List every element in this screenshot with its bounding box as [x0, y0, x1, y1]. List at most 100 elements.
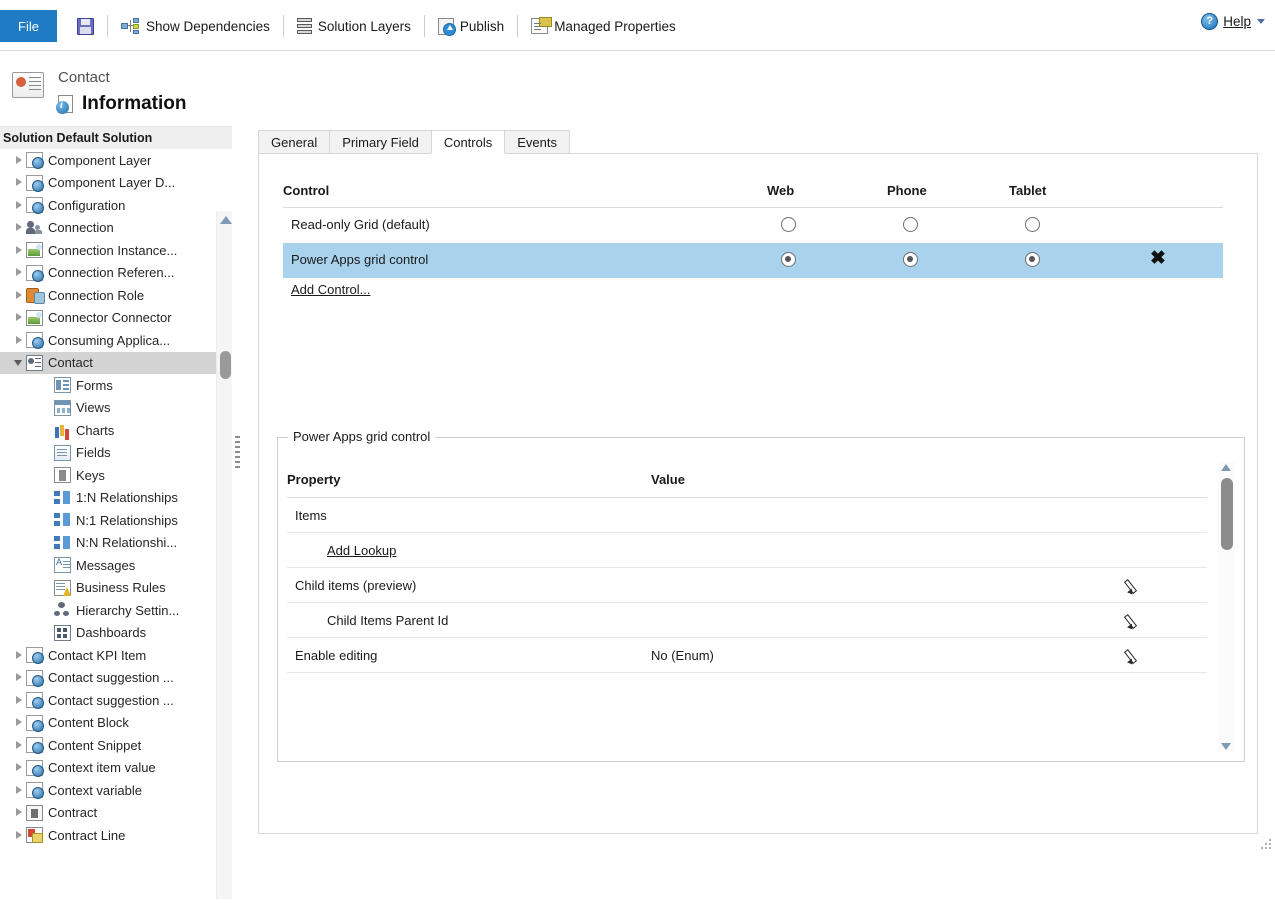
managed-properties-button[interactable]: Managed Properties — [524, 11, 683, 41]
contract-icon — [26, 804, 43, 821]
show-dependencies-label: Show Dependencies — [146, 18, 270, 34]
tree-item-business-rules[interactable]: Business Rules — [0, 577, 216, 600]
twisty-expanded-icon[interactable] — [14, 358, 23, 367]
tree-item-connection[interactable]: Connection — [0, 217, 216, 240]
tree-item-contact-kpi-item[interactable]: Contact KPI Item — [0, 644, 216, 667]
tree-item-label: Configuration — [48, 197, 126, 213]
tree-item-component-layer[interactable]: Component Layer — [0, 149, 216, 172]
tree-item-content-block[interactable]: Content Block — [0, 712, 216, 735]
property-row: Child items (preview) — [287, 568, 1207, 603]
radio-web[interactable] — [781, 217, 796, 232]
tree-item-label: Contact suggestion ... — [48, 670, 174, 686]
tab-primary-field[interactable]: Primary Field — [329, 130, 432, 154]
twisty-collapsed-icon[interactable] — [14, 245, 23, 255]
radio-tablet[interactable] — [1025, 217, 1040, 232]
column-header-phone: Phone — [887, 183, 927, 198]
radio-tablet[interactable] — [1025, 252, 1040, 267]
gear-icon — [26, 174, 44, 192]
twisty-collapsed-icon[interactable] — [14, 268, 23, 277]
twisty-collapsed-icon[interactable] — [14, 178, 23, 187]
rel-icon — [54, 490, 71, 506]
twisty-collapsed-icon[interactable] — [14, 718, 23, 727]
rel-icon — [54, 535, 71, 551]
scroll-down-arrow-icon[interactable] — [1221, 743, 1231, 750]
control-row[interactable]: Power Apps grid control ✖ — [283, 243, 1223, 278]
twisty-collapsed-icon[interactable] — [14, 223, 23, 232]
tree-item-messages[interactable]: Messages — [0, 554, 216, 577]
delete-x-icon[interactable]: ✖ — [1147, 248, 1169, 270]
solution-layers-button[interactable]: Solution Layers — [290, 11, 418, 41]
add-lookup-link[interactable]: Add Lookup — [327, 543, 396, 558]
twisty-collapsed-icon[interactable] — [14, 808, 23, 817]
tree-item-contact-suggestion[interactable]: Contact suggestion ... — [0, 689, 216, 712]
twisty-collapsed-icon[interactable] — [14, 650, 23, 660]
add-control-link[interactable]: Add Control... — [291, 282, 371, 297]
tree-item-contract-line[interactable]: Contract Line — [0, 824, 216, 847]
radio-phone[interactable] — [903, 217, 918, 232]
tree-item-connection-role[interactable]: Connection Role — [0, 284, 216, 307]
gear-icon — [26, 152, 44, 170]
tree-scrollbar[interactable] — [216, 211, 232, 899]
property-scrollbar[interactable] — [1218, 462, 1235, 752]
tree-item-contact[interactable]: Contact — [0, 351, 216, 374]
tree-item-connector-connector[interactable]: Connector Connector — [0, 307, 216, 330]
pencil-icon[interactable] — [1125, 611, 1143, 629]
show-dependencies-button[interactable]: Show Dependencies — [114, 11, 277, 41]
twisty-placeholder — [42, 538, 51, 547]
tab-events[interactable]: Events — [504, 130, 570, 154]
save-button[interactable] — [70, 11, 101, 41]
solution-bar: Solution Default Solution — [0, 127, 232, 149]
twisty-collapsed-icon[interactable] — [14, 290, 23, 300]
tree-item-label: Contact suggestion ... — [48, 692, 174, 708]
twisty-collapsed-icon[interactable] — [14, 830, 23, 840]
twisty-collapsed-icon[interactable] — [14, 335, 23, 345]
file-menu-button[interactable]: File — [0, 10, 57, 42]
tree-item-n-n-relationshi[interactable]: N:N Relationshi... — [0, 532, 216, 555]
twisty-collapsed-icon[interactable] — [14, 785, 23, 795]
key-icon — [54, 467, 71, 484]
tree-item-configuration[interactable]: Configuration — [0, 194, 216, 217]
tree-item-component-layer-d[interactable]: Component Layer D... — [0, 172, 216, 195]
tree-item-content-snippet[interactable]: Content Snippet — [0, 734, 216, 757]
tree-item-connection-referen[interactable]: Connection Referen... — [0, 262, 216, 285]
tab-controls[interactable]: Controls — [430, 130, 506, 154]
scroll-up-arrow-icon[interactable] — [1221, 464, 1231, 471]
tree-item-n-1-relationships[interactable]: N:1 Relationships — [0, 509, 216, 532]
tree-item-contact-suggestion[interactable]: Contact suggestion ... — [0, 667, 216, 690]
twisty-collapsed-icon[interactable] — [14, 763, 23, 772]
help-button[interactable]: ? Help — [1201, 13, 1265, 30]
main-content: General Primary Field Controls Events Contr… — [242, 51, 1275, 852]
twisty-collapsed-icon[interactable] — [14, 313, 23, 322]
twisty-collapsed-icon[interactable] — [14, 200, 23, 210]
tree-item-connection-instance[interactable]: Connection Instance... — [0, 239, 216, 262]
twisty-collapsed-icon[interactable] — [14, 673, 23, 682]
tree-item-consuming-applica[interactable]: Consuming Applica... — [0, 329, 216, 352]
control-row[interactable]: Read-only Grid (default) — [283, 208, 1223, 243]
tree-scrollbar-thumb[interactable] — [219, 351, 231, 379]
tree-item-contract[interactable]: Contract — [0, 802, 216, 825]
radio-phone[interactable] — [903, 252, 918, 267]
twisty-collapsed-icon[interactable] — [14, 155, 23, 165]
tree-item-forms[interactable]: Forms — [0, 374, 216, 397]
pencil-icon[interactable] — [1125, 576, 1143, 594]
component-tree[interactable]: Component Layer Component Layer D... Confi… — [0, 149, 216, 903]
tree-item-context-item-value[interactable]: Context item value — [0, 757, 216, 780]
tree-item-context-variable[interactable]: Context variable — [0, 779, 216, 802]
twisty-collapsed-icon[interactable] — [14, 740, 23, 750]
tab-general[interactable]: General — [258, 130, 331, 154]
panel-splitter[interactable] — [232, 51, 242, 852]
tree-item-views[interactable]: Views — [0, 397, 216, 420]
radio-web[interactable] — [781, 252, 796, 267]
tree-item-charts[interactable]: Charts — [0, 419, 216, 442]
twisty-collapsed-icon[interactable] — [14, 695, 23, 705]
tree-item-1-n-relationships[interactable]: 1:N Relationships — [0, 487, 216, 510]
pencil-icon[interactable] — [1125, 646, 1143, 664]
tree-item-fields[interactable]: Fields — [0, 442, 216, 465]
property-scrollbar-thumb[interactable] — [1220, 478, 1233, 550]
window-resize-grip[interactable] — [1261, 839, 1273, 851]
publish-button[interactable]: Publish — [431, 11, 511, 41]
scroll-up-arrow-icon[interactable] — [220, 216, 232, 224]
tree-item-dashboards[interactable]: Dashboards — [0, 622, 216, 645]
tree-item-hierarchy-settin[interactable]: Hierarchy Settin... — [0, 599, 216, 622]
tree-item-keys[interactable]: Keys — [0, 464, 216, 487]
